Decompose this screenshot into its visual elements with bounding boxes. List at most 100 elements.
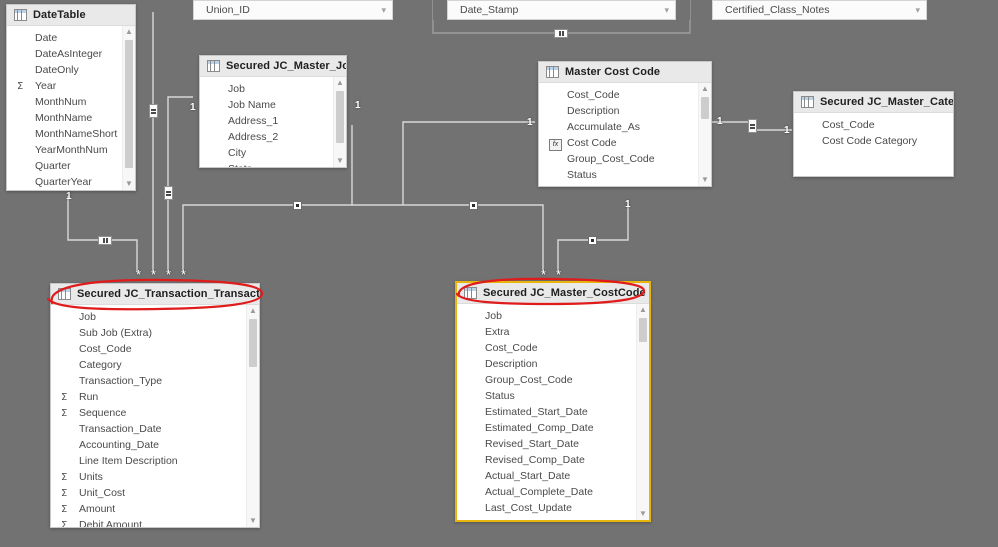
field-row[interactable]: Description [457, 356, 649, 372]
relationship-handle-g[interactable] [748, 119, 757, 133]
scroll-up-icon[interactable]: ▲ [334, 77, 346, 89]
scroll-down-icon[interactable]: ▼ [123, 178, 135, 190]
scrollbar-thumb[interactable] [701, 97, 709, 119]
field-row[interactable]: Estimated_Start_Date [457, 404, 649, 420]
field-row[interactable]: Line Item Description [51, 453, 259, 469]
table-card-header[interactable]: Master Cost Code [539, 62, 711, 83]
table-field-list[interactable]: Job Sub Job (Extra) Cost_Code Category T… [51, 305, 259, 527]
table-card-header[interactable]: Secured JC_Master_Category [794, 92, 953, 113]
scroll-down-icon[interactable]: ▼ [334, 155, 346, 167]
partial-table-card-date-stamp[interactable]: Date_Stamp ▾ [433, 0, 690, 20]
chevron-down-icon[interactable]: ▾ [664, 5, 669, 16]
table-field-list[interactable]: Job Extra Cost_Code Description Group_Co… [457, 304, 649, 520]
field-row[interactable]: Status [539, 167, 711, 183]
field-row[interactable]: DateAsInteger [7, 46, 135, 62]
table-card-datetable[interactable]: DateTable Date DateAsInteger DateOnly ΣY… [6, 4, 136, 191]
field-row[interactable]: Sub Job (Extra) [51, 325, 259, 341]
field-row[interactable]: Date [7, 30, 135, 46]
field-row[interactable]: Extra [457, 324, 649, 340]
scroll-down-icon[interactable]: ▼ [637, 508, 649, 520]
field-row[interactable]: Σ Units [51, 469, 259, 485]
field-row[interactable]: Cost_Code [457, 340, 649, 356]
field-row[interactable]: Last_Cost_Update [457, 500, 649, 516]
field-row-date-stamp[interactable]: Date_Stamp ▾ [447, 0, 676, 20]
field-row[interactable]: Cost_Code [51, 341, 259, 357]
relationship-handle-b[interactable] [164, 186, 173, 200]
scroll-up-icon[interactable]: ▲ [123, 26, 135, 38]
field-row[interactable]: MonthNum [7, 94, 135, 110]
field-row[interactable]: Σ Year [7, 78, 135, 94]
scroll-up-icon[interactable]: ▲ [699, 83, 711, 95]
field-row[interactable]: QuarterYear [7, 174, 135, 190]
table-card-scrollbar[interactable]: ▲ ▼ [333, 77, 346, 167]
field-row[interactable]: Cost_Code [794, 117, 953, 133]
field-row[interactable]: Σ Run [51, 389, 259, 405]
field-row[interactable]: DateOnly [7, 62, 135, 78]
relationship-handle-d[interactable] [293, 201, 302, 210]
field-row[interactable]: Cost_Code [539, 87, 711, 103]
field-row[interactable]: Transaction_Type [51, 373, 259, 389]
field-row[interactable]: Accumulate_As [539, 119, 711, 135]
table-card-header[interactable]: Secured JC_Transaction_Transaction [51, 284, 259, 305]
table-card-scrollbar[interactable]: ▲ ▼ [246, 305, 259, 527]
field-row[interactable]: Group_Cost_Code [539, 151, 711, 167]
relationship-handle-f[interactable] [588, 236, 597, 245]
table-field-list[interactable]: Cost_Code Description Accumulate_As fx Co… [539, 83, 711, 186]
field-row[interactable]: Quarter [7, 158, 135, 174]
scrollbar-thumb[interactable] [249, 319, 257, 367]
table-card-master-costcode[interactable]: Secured JC_Master_CostCode Job Extra Cos… [455, 281, 651, 522]
field-row[interactable]: Accounting_Date [51, 437, 259, 453]
field-row[interactable]: Address_1 [200, 113, 346, 129]
field-row[interactable]: Σ Amount [51, 501, 259, 517]
relationship-handle-c[interactable] [98, 236, 112, 245]
scroll-up-icon[interactable]: ▲ [637, 304, 649, 316]
field-row[interactable]: Σ Unit_Cost [51, 485, 259, 501]
field-row[interactable]: Description [539, 103, 711, 119]
field-row[interactable]: Revised_Start_Date [457, 436, 649, 452]
field-row-union-id[interactable]: Union_ID ▾ [193, 0, 393, 20]
table-card-scrollbar[interactable]: ▲ ▼ [636, 304, 649, 520]
field-row[interactable]: Actual_Complete_Date [457, 484, 649, 500]
field-row[interactable]: City [200, 145, 346, 161]
scrollbar-thumb[interactable] [639, 318, 647, 342]
field-row[interactable]: Category [51, 357, 259, 373]
relationship-handle-e[interactable] [469, 201, 478, 210]
scrollbar-thumb[interactable] [336, 91, 344, 143]
field-row[interactable]: Σ Sequence [51, 405, 259, 421]
table-field-list[interactable]: Date DateAsInteger DateOnly Σ Year MonthN… [7, 26, 135, 190]
table-card-transaction[interactable]: Secured JC_Transaction_Transaction Job S… [50, 283, 260, 528]
table-field-list[interactable]: Cost_Code Cost Code Category [794, 113, 953, 176]
field-row[interactable]: Job [200, 81, 346, 97]
relationship-handle-a[interactable] [149, 104, 158, 118]
field-row[interactable]: Σ Debit Amount [51, 517, 259, 527]
scrollbar-thumb[interactable] [125, 40, 133, 168]
field-row[interactable]: Group_Cost_Code [457, 372, 649, 388]
field-row[interactable]: Cost Code Category [794, 133, 953, 149]
scroll-down-icon[interactable]: ▼ [247, 515, 259, 527]
field-row[interactable]: Estimated_Comp_Date [457, 420, 649, 436]
table-card-master-category[interactable]: Secured JC_Master_Category Cost_Code Cos… [793, 91, 954, 177]
table-field-list[interactable]: Job Job Name Address_1 Address_2 City St… [200, 77, 346, 167]
field-row[interactable]: MonthNameShort [7, 126, 135, 142]
field-row[interactable]: YearMonthNum [7, 142, 135, 158]
table-card-scrollbar[interactable]: ▲ ▼ [122, 26, 135, 190]
partial-table-card-certified[interactable]: Certified_Class_Notes ▾ [712, 0, 927, 20]
field-row[interactable]: Status [457, 388, 649, 404]
table-card-header[interactable]: DateTable [7, 5, 135, 26]
field-row[interactable]: Job [51, 309, 259, 325]
scroll-up-icon[interactable]: ▲ [247, 305, 259, 317]
table-card-header[interactable]: Secured JC_Master_Job [200, 56, 346, 77]
table-card-master-cost-code[interactable]: Master Cost Code Cost_Code Description A… [538, 61, 712, 187]
field-row[interactable]: Job [457, 308, 649, 324]
chevron-down-icon[interactable]: ▾ [381, 5, 386, 16]
field-row[interactable]: MonthName [7, 110, 135, 126]
field-row-certified-class-notes[interactable]: Certified_Class_Notes ▾ [712, 0, 927, 20]
partial-table-card-union[interactable]: Union_ID ▾ [193, 0, 393, 20]
field-row[interactable]: Job Name [200, 97, 346, 113]
table-card-scrollbar[interactable]: ▲ ▼ [698, 83, 711, 186]
field-row[interactable]: Address_2 [200, 129, 346, 145]
table-card-master-job[interactable]: Secured JC_Master_Job Job Job Name Addre… [199, 55, 347, 168]
field-row[interactable]: fx Cost Code [539, 135, 711, 151]
card-resize-handle-bottom[interactable] [554, 29, 568, 38]
field-row[interactable]: Revised_Comp_Date [457, 452, 649, 468]
